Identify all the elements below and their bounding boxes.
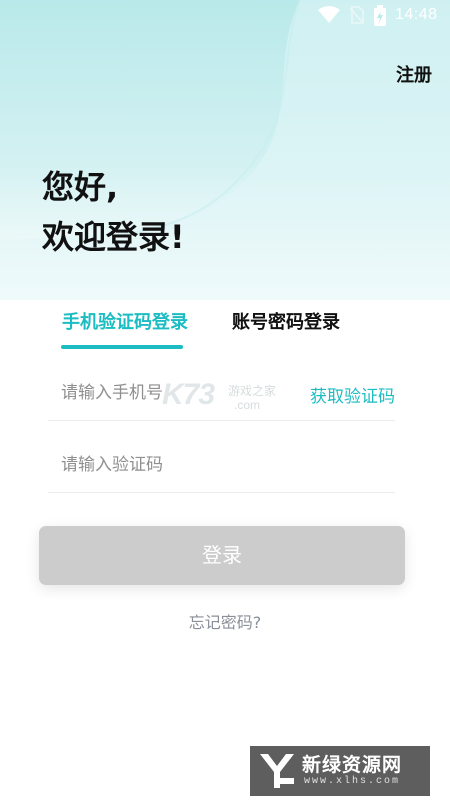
xlhs-logo-icon bbox=[258, 752, 296, 794]
status-time: 14:48 bbox=[395, 6, 438, 23]
login-button[interactable]: 登录 bbox=[39, 526, 405, 585]
k73-watermark: K73 游戏之家 .com bbox=[162, 378, 292, 416]
greeting-line-2: 欢迎登录! bbox=[42, 218, 185, 256]
k73-domain-text: .com bbox=[234, 398, 261, 412]
k73-logo-text: K73 bbox=[162, 378, 215, 411]
forgot-password-link[interactable]: 忘记密码? bbox=[0, 609, 450, 633]
verification-code-input[interactable] bbox=[61, 450, 291, 480]
status-bar: 14:48 bbox=[0, 0, 450, 32]
no-sim-icon bbox=[348, 6, 364, 28]
get-code-button[interactable]: 获取验证码 bbox=[310, 382, 395, 407]
xlhs-site-url: www.xlhs.com bbox=[304, 776, 401, 787]
active-tab-indicator bbox=[61, 345, 183, 349]
xlhs-watermark: 新绿资源网 www.xlhs.com bbox=[250, 746, 430, 796]
wifi-icon bbox=[318, 6, 340, 28]
tab-password-login[interactable]: 账号密码登录 bbox=[232, 308, 340, 334]
login-screen: 14:48 注册 您好, 欢迎登录! 手机验证码登录 账号密码登录 获取验证码 … bbox=[0, 0, 450, 800]
tab-sms-login[interactable]: 手机验证码登录 bbox=[62, 308, 188, 334]
battery-charging-icon bbox=[373, 5, 387, 31]
register-link[interactable]: 注册 bbox=[396, 61, 432, 87]
k73-sub-text: 游戏之家 bbox=[228, 384, 277, 398]
greeting-line-1: 您好, bbox=[42, 168, 119, 206]
xlhs-site-name: 新绿资源网 bbox=[302, 754, 403, 776]
code-field-row bbox=[48, 438, 395, 493]
greeting: 您好, 欢迎登录! bbox=[42, 162, 185, 262]
